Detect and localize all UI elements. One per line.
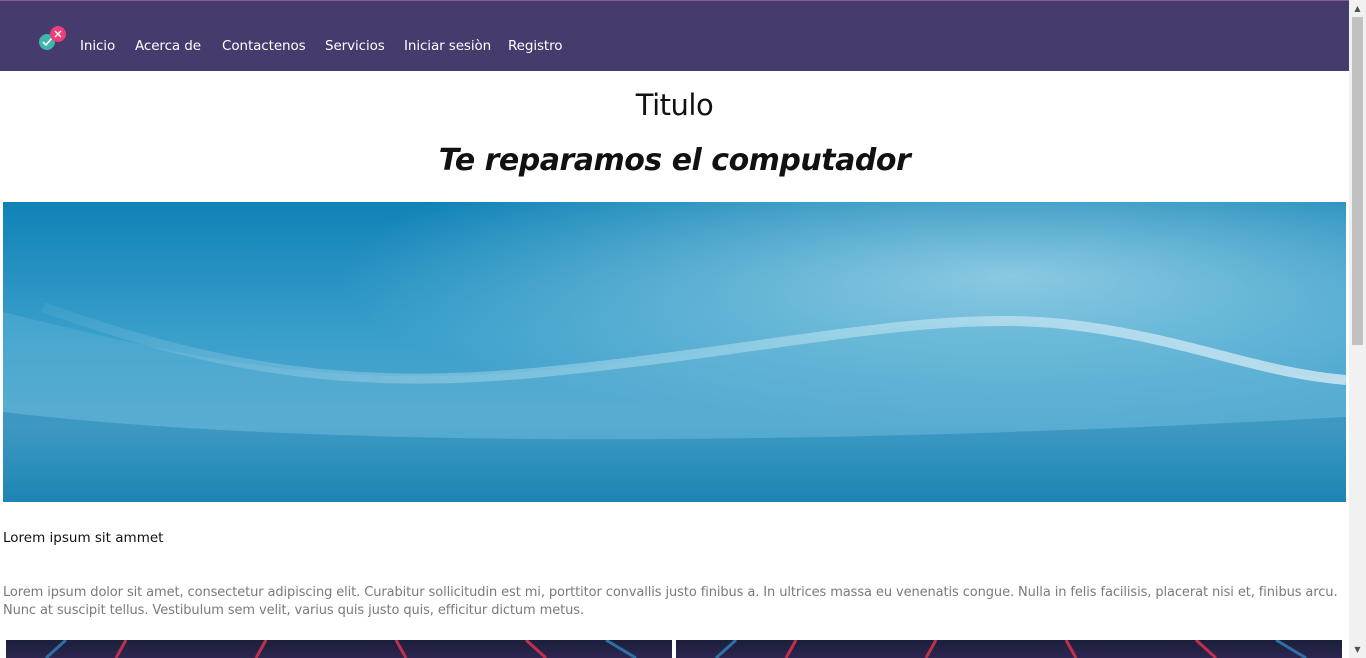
chevron-up-icon[interactable]: ▲	[1349, 0, 1366, 17]
body-paragraph: Lorem ipsum dolor sit amet, consectetur …	[3, 585, 1338, 618]
nav-link-servicios[interactable]: Servicios	[325, 38, 385, 54]
vertical-scrollbar[interactable]: ▲ ▼	[1349, 0, 1366, 658]
nav-link-registro[interactable]: Registro	[508, 38, 563, 54]
logo-icon[interactable]	[38, 25, 68, 53]
section-heading: Lorem ipsum sit ammet	[3, 530, 164, 546]
nav-link-inicio[interactable]: Inicio	[80, 38, 115, 54]
nav-link-iniciar-sesion[interactable]: Iniciar sesiòn	[404, 38, 491, 54]
chevron-down-icon[interactable]: ▼	[1349, 641, 1366, 658]
thumbnail-image	[676, 640, 1342, 658]
hero-banner-image	[3, 202, 1346, 502]
page-title: Titulo	[635, 88, 714, 122]
nav-link-contactenos[interactable]: Contactenos	[222, 38, 306, 54]
navbar: Inicio Acerca de Contactenos Servicios I…	[0, 0, 1349, 71]
page-subtitle: Te reparamos el computador	[438, 143, 911, 178]
nav-link-acerca-de[interactable]: Acerca de	[135, 38, 201, 54]
scrollbar-thumb[interactable]	[1352, 17, 1363, 345]
thumbnail-image	[6, 640, 672, 658]
